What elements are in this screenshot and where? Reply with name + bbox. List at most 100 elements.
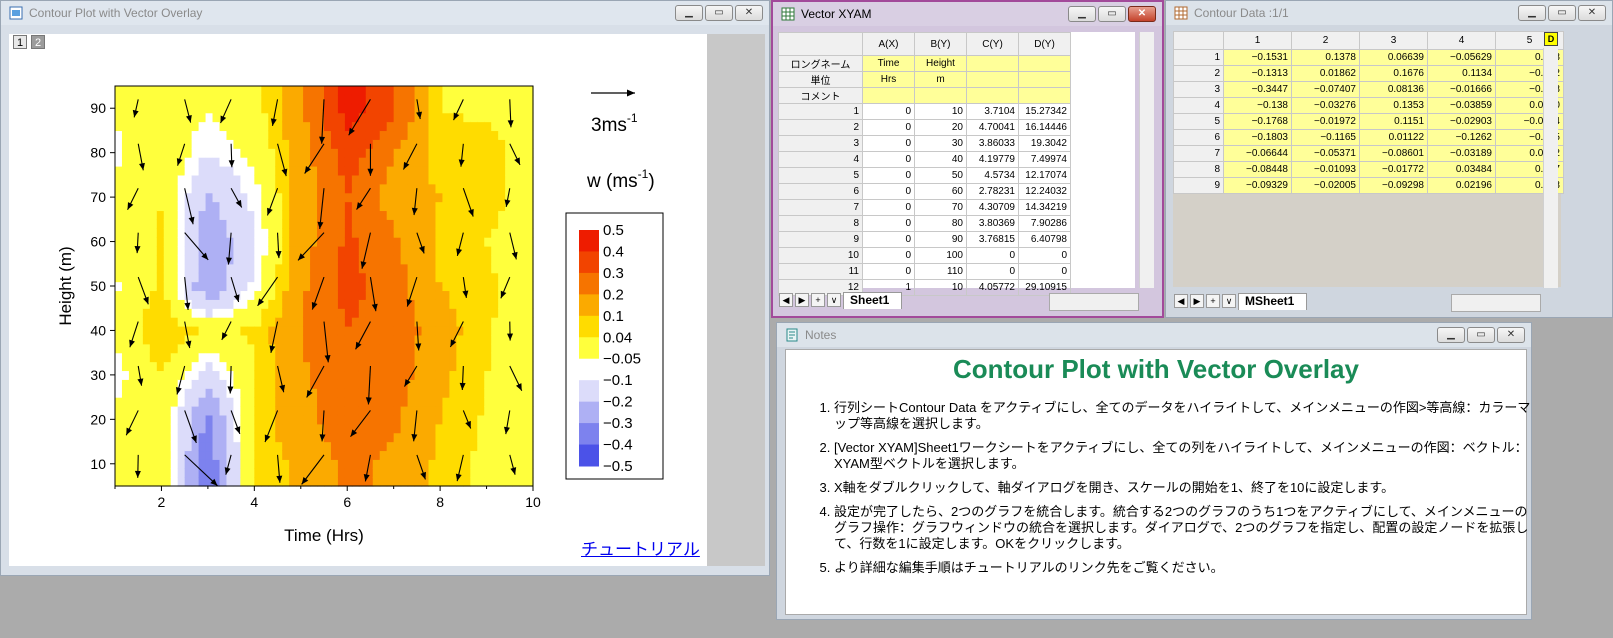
row-header[interactable]: 4 [778, 151, 863, 168]
table-cell[interactable]: 110 [914, 263, 967, 280]
table-cell[interactable]: −0.138 [1223, 97, 1292, 114]
table-cell[interactable]: −0.05629 [1427, 49, 1496, 66]
table-cell[interactable]: 4.05772 [966, 279, 1019, 296]
table-cell[interactable]: −0.06644 [1223, 145, 1292, 162]
table-cell[interactable]: 12.17074 [1018, 167, 1071, 184]
close-button[interactable]: ✕ [1128, 6, 1156, 22]
table-cell[interactable]: −0.1262 [1427, 129, 1496, 146]
column-header[interactable]: 3 [1359, 31, 1428, 50]
label-cell[interactable] [862, 87, 915, 104]
corner-cell[interactable] [778, 32, 863, 56]
maximize-button[interactable]: ▭ [1098, 6, 1126, 22]
vector-horizontal-scrollbar[interactable] [1049, 293, 1139, 311]
table-cell[interactable]: 7.90286 [1018, 215, 1071, 232]
table-cell[interactable]: 14.34219 [1018, 199, 1071, 216]
table-cell[interactable]: 0 [862, 183, 915, 200]
corner-badge[interactable]: D [1544, 32, 1558, 46]
table-cell[interactable]: 4.19779 [966, 151, 1019, 168]
tutorial-link[interactable]: チュートリアル [581, 535, 700, 560]
table-cell[interactable]: 0.01122 [1359, 129, 1428, 146]
label-row-header[interactable]: 単位 [778, 71, 863, 88]
row-header[interactable]: 2 [1173, 65, 1224, 82]
table-cell[interactable]: 16.14446 [1018, 119, 1071, 136]
table-cell[interactable]: 0 [862, 103, 915, 120]
table-cell[interactable]: 0.02196 [1427, 177, 1496, 194]
table-cell[interactable]: −0.08448 [1223, 161, 1292, 178]
vector-worksheet-grid[interactable]: A(X) B(Y) C(Y) D(Y) ロングネーム Time Height 単位 Hr… [778, 32, 1071, 296]
contour-vertical-scrollbar[interactable] [1543, 48, 1558, 288]
y-axis-title[interactable]: Height (m) [56, 246, 75, 325]
table-cell[interactable]: 0.1151 [1359, 113, 1428, 130]
table-cell[interactable]: −0.09298 [1359, 177, 1428, 194]
table-cell[interactable]: 40 [914, 151, 967, 168]
table-cell[interactable]: −0.02005 [1291, 177, 1360, 194]
next-sheet-button[interactable]: ▶ [795, 293, 809, 307]
table-cell[interactable]: 0.1378 [1291, 49, 1360, 66]
row-header[interactable]: 3 [778, 135, 863, 152]
label-cell[interactable] [914, 87, 967, 104]
contour-data-window[interactable]: Contour Data :1/1 ▁ ▭ ✕ 1 2 3 4 5 1 −0.15… [1165, 0, 1613, 318]
graph-titlebar[interactable]: Contour Plot with Vector Overlay ▁ ▭ ✕ [1, 1, 769, 25]
table-cell[interactable]: 10 [914, 103, 967, 120]
row-header[interactable]: 5 [778, 167, 863, 184]
table-cell[interactable]: 7.49974 [1018, 151, 1071, 168]
close-button[interactable]: ✕ [1497, 327, 1525, 343]
table-cell[interactable]: 100 [914, 247, 967, 264]
table-cell[interactable]: 3.86033 [966, 135, 1019, 152]
table-cell[interactable]: 20 [914, 119, 967, 136]
table-cell[interactable]: 0.1353 [1359, 97, 1428, 114]
table-cell[interactable]: −0.02903 [1427, 113, 1496, 130]
table-cell[interactable]: 3.80369 [966, 215, 1019, 232]
table-cell[interactable]: −0.03276 [1291, 97, 1360, 114]
table-cell[interactable]: −0.05371 [1291, 145, 1360, 162]
row-header[interactable]: 4 [1173, 97, 1224, 114]
add-sheet-button[interactable]: + [1206, 294, 1220, 308]
row-header[interactable]: 9 [778, 231, 863, 248]
column-header[interactable]: B(Y) [914, 32, 967, 56]
table-cell[interactable]: 0.1134 [1427, 65, 1496, 82]
table-cell[interactable]: 0 [862, 119, 915, 136]
table-cell[interactable]: 0 [862, 231, 915, 248]
row-header[interactable]: 6 [778, 183, 863, 200]
table-cell[interactable]: 0.06639 [1359, 49, 1428, 66]
next-sheet-button[interactable]: ▶ [1190, 294, 1204, 308]
vector-xyam-titlebar[interactable]: Vector XYAM ▁ ▭ ✕ [773, 2, 1162, 26]
table-cell[interactable]: −0.09329 [1223, 177, 1292, 194]
table-cell[interactable]: 0 [862, 215, 915, 232]
table-cell[interactable]: −0.1531 [1223, 49, 1292, 66]
label-cell[interactable]: Height [914, 55, 967, 72]
label-cell[interactable]: Time [862, 55, 915, 72]
label-row-header[interactable]: ロングネーム [778, 55, 863, 72]
first-sheet-button[interactable]: ◀ [779, 293, 793, 307]
table-cell[interactable]: 4.5734 [966, 167, 1019, 184]
table-cell[interactable]: 19.3042 [1018, 135, 1071, 152]
row-header[interactable]: 7 [1173, 145, 1224, 162]
vector-vertical-scrollbar[interactable] [1139, 32, 1154, 288]
table-cell[interactable]: −0.1803 [1223, 129, 1292, 146]
row-header[interactable]: 5 [1173, 113, 1224, 130]
row-header[interactable]: 6 [1173, 129, 1224, 146]
table-cell[interactable]: 0.01862 [1291, 65, 1360, 82]
graph-window[interactable]: Contour Plot with Vector Overlay ▁ ▭ ✕ 2… [0, 0, 770, 576]
label-cell[interactable] [966, 55, 1019, 72]
vector-worksheet[interactable]: A(X) B(Y) C(Y) D(Y) ロングネーム Time Height 単位 Hr… [778, 32, 1154, 296]
row-header[interactable]: 1 [778, 103, 863, 120]
x-axis-title[interactable]: Time (Hrs) [284, 526, 364, 545]
label-cell[interactable] [1018, 55, 1071, 72]
table-cell[interactable]: 4.30709 [966, 199, 1019, 216]
table-cell[interactable]: 30 [914, 135, 967, 152]
column-header[interactable]: 1 [1223, 31, 1292, 50]
maximize-button[interactable]: ▭ [1467, 327, 1495, 343]
table-cell[interactable]: −0.01093 [1291, 161, 1360, 178]
table-cell[interactable]: 60 [914, 183, 967, 200]
graph-page[interactable]: 2 4 6 8 10 10 20 30 40 50 60 70 80 90 Time (Hrs) Heig… [9, 34, 707, 566]
row-header[interactable]: 9 [1173, 177, 1224, 194]
label-cell[interactable]: m [914, 71, 967, 88]
corner-cell[interactable] [1173, 31, 1224, 50]
table-cell[interactable]: 50 [914, 167, 967, 184]
column-header[interactable]: 2 [1291, 31, 1360, 50]
contour-matrix-grid[interactable]: 1 2 3 4 5 1−0.15310.13780.06639−0.056290… [1173, 31, 1564, 194]
row-header[interactable]: 3 [1173, 81, 1224, 98]
table-cell[interactable]: 0.1676 [1359, 65, 1428, 82]
contour-horizontal-scrollbar[interactable] [1451, 294, 1541, 312]
